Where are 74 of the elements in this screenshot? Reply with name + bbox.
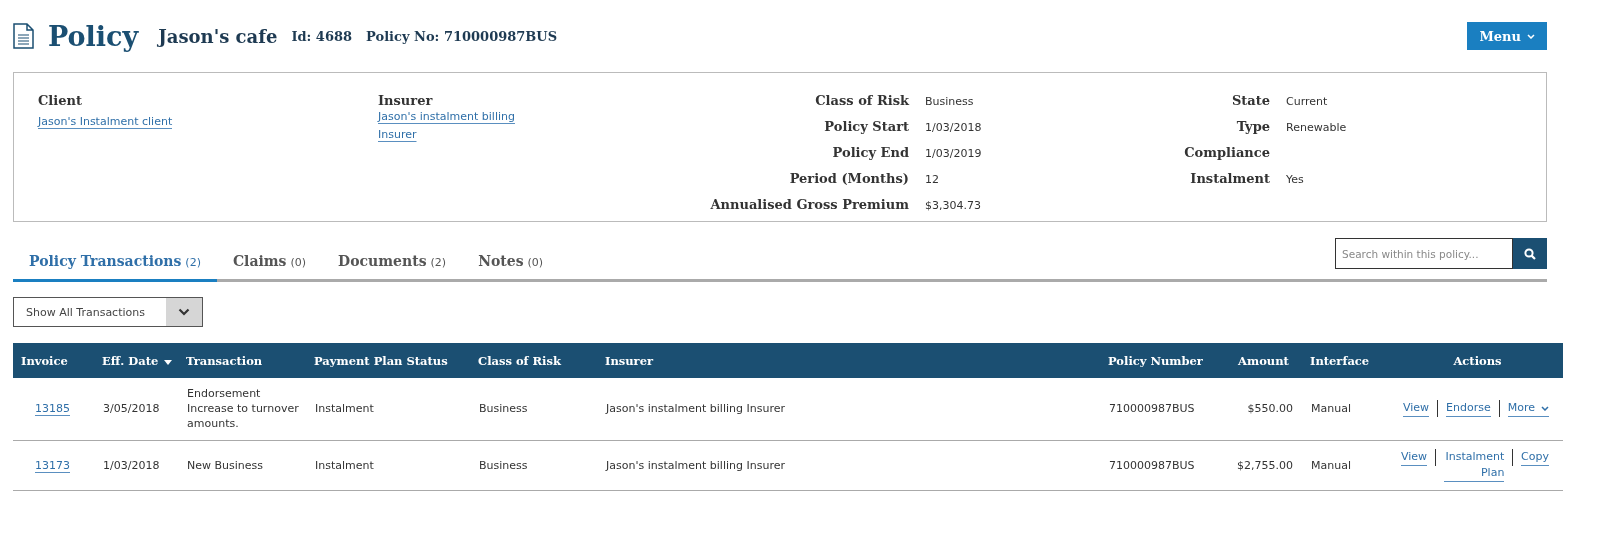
detail-value: $3,304.73 [925,198,982,214]
detail-value: Business [925,94,975,110]
table-cell: Business [470,440,597,490]
tab[interactable]: Notes (0) [462,253,560,282]
insurer-link[interactable]: Jason's instalment billing Insurer [378,108,528,144]
transaction-text: Increase to turnover amounts. [187,401,300,432]
column-header: Amount [1225,343,1302,378]
column-header: Class of Risk [470,343,597,378]
column-header: Invoice [13,343,94,378]
insurer-label: Insurer [378,93,434,108]
client-link[interactable]: Jason's Instalment client [38,115,173,129]
transaction-filter-dropdown[interactable]: Show All Transactions [13,297,203,327]
search-icon [1524,247,1536,260]
detail-value: Current [1286,94,1329,110]
transaction-text: Endorsement [187,386,262,402]
sort-descending-icon [164,359,173,365]
table-cell: Manual [1302,378,1392,440]
tab[interactable]: Claims (0) [216,253,323,282]
table-cell: 710000987BUS [1100,440,1225,490]
detail-label: Period (Months) [788,171,909,188]
chevron-down-icon [1541,405,1549,411]
detail-label: Policy Start [823,119,909,136]
table-cell: Business [470,378,597,440]
column-header: Payment Plan Status [306,343,470,378]
policy-number: Policy No: 710000987BUS [366,28,558,44]
invoice-link[interactable]: 13173 [35,458,70,473]
detail-value: Renewable [1286,120,1347,136]
table-cell: Jason's instalment billing Insurer [597,378,1100,440]
detail-label: State [1230,93,1270,110]
detail-value: Yes [1286,172,1305,188]
action-link[interactable]: View [1402,400,1430,418]
detail-value: 1/03/2019 [925,146,982,162]
document-icon [13,23,34,49]
menu-button[interactable]: Menu [1467,22,1547,50]
action-link[interactable]: View [1401,448,1428,466]
action-link[interactable]: More [1507,400,1549,418]
action-link[interactable]: Instalment Plan [1443,448,1505,482]
detail-label: Compliance [1183,145,1270,162]
detail-label: Policy End [831,145,909,162]
detail-value: 12 [925,172,940,188]
transaction-text: New Business [187,457,264,473]
table-cell: Instalment [306,378,470,440]
column-header: Actions [1392,343,1563,378]
search-button[interactable] [1513,238,1547,269]
action-link[interactable]: Copy [1521,448,1549,466]
client-label: Client [38,93,83,108]
table-cell: 710000987BUS [1100,378,1225,440]
page-title: Policy [48,20,139,52]
search-field[interactable]: Search within this policy... [1335,238,1513,269]
policy-id: Id: 4688 [291,28,353,44]
detail-label: Annualised Gross Premium [709,197,909,214]
detail-value: 1/03/2018 [925,120,982,136]
column-header: Insurer [597,343,1100,378]
column-header[interactable]: Eff. Date [94,343,178,378]
column-header: Policy Number [1100,343,1225,378]
action-link[interactable]: Endorse [1446,400,1491,418]
tab[interactable]: Documents (2) [322,253,463,282]
detail-label: Instalment [1189,171,1270,188]
table-cell: 1/03/2018 [94,440,178,490]
tab[interactable]: Policy Transactions (2) [13,253,217,282]
detail-label: Class of Risk [814,93,909,110]
column-header: Interface [1302,343,1392,378]
column-header: Transaction [178,343,306,378]
table-cell: $550.00 [1225,378,1302,440]
client-name: Jason's cafe [158,25,278,47]
invoice-link[interactable]: 13185 [35,402,70,417]
table-cell: Instalment [306,440,470,490]
table-cell: 3/05/2018 [94,378,178,440]
chevron-down-icon [178,308,190,316]
caret-icon [1527,33,1535,39]
table-cell: Jason's instalment billing Insurer [597,440,1100,490]
detail-label: Type [1235,119,1270,136]
table-cell: Manual [1302,440,1392,490]
table-cell: $2,755.00 [1225,440,1302,490]
